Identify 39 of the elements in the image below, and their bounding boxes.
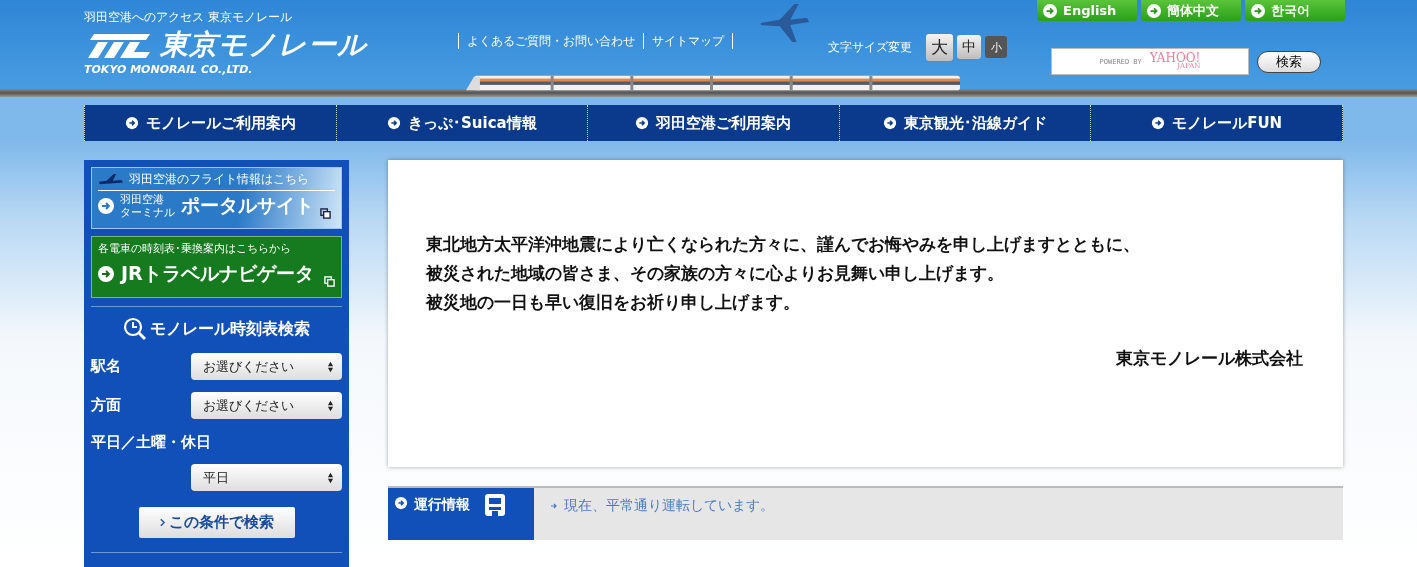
select-field[interactable]: お選びください [191,392,342,419]
nav-item[interactable]: 羽田空港ご利用案内 [588,105,840,141]
message-text: 被災された地域の皆さま、その家族の方々に心よりお見舞い申し上げます。 [426,262,1005,285]
updown-icon [327,471,334,484]
logo-subtitle: TOKYO MONORAIL CO.,LTD. [84,63,254,76]
nav-item[interactable]: きっぷ･Suica情報 [336,105,589,141]
chevron-icon [159,518,165,527]
message-text: 東北地方太平洋沖地震により亡くなられた方々に、謹んでお悔やみを申し上げますとともに、 [426,233,1141,256]
font-size-button[interactable]: 大 [926,33,953,61]
timetable-heading: モノレール時刻表検索 [150,318,310,340]
airplane-icon [758,2,812,44]
signature: 東京モノレール株式会社 [1115,347,1303,370]
select-field[interactable]: 平日 [191,464,342,491]
message-text: 被災地の一日も早い復旧をお祈り申し上げます。 [426,291,801,314]
status-label: 運行情報 [414,496,470,514]
airplane-icon [98,172,124,187]
nav-item[interactable]: モノレールご利用案内 [85,105,337,141]
external-window-icon [324,276,335,287]
logo-text: 東京モノレール [160,29,367,61]
tagline: 羽田空港へのアクセス 東京モノレール [84,9,293,26]
search-button[interactable]: この条件で検索 [138,507,295,538]
field-label: 方面 [91,396,121,415]
jr-banner[interactable]: 各電車の時刻表･乗換案内はこちらから JRトラベルナビゲータ [91,236,342,298]
updown-icon [327,360,334,373]
train-front-icon [484,493,506,517]
font-size-button[interactable]: 小 [985,36,1007,58]
font-size-label: 文字サイズ変更 [828,38,912,56]
updown-icon [327,399,334,412]
nav-item[interactable]: 東京観光･沿線ガイド [839,105,1092,141]
field-label: 駅名 [91,357,121,376]
status-text: 現在、平常通り運転しています。 [564,497,774,515]
search-button[interactable]: 検索 [1257,50,1321,73]
external-window-icon [320,208,331,219]
field-label: 平日／土曜・休日 [91,433,212,452]
font-size-button[interactable]: 中 [957,35,981,59]
select-field[interactable]: お選びください [191,353,342,380]
nav-item[interactable]: モノレールFUN [1091,105,1343,141]
clock-search-icon [123,317,147,341]
arrow-icon [550,502,558,510]
